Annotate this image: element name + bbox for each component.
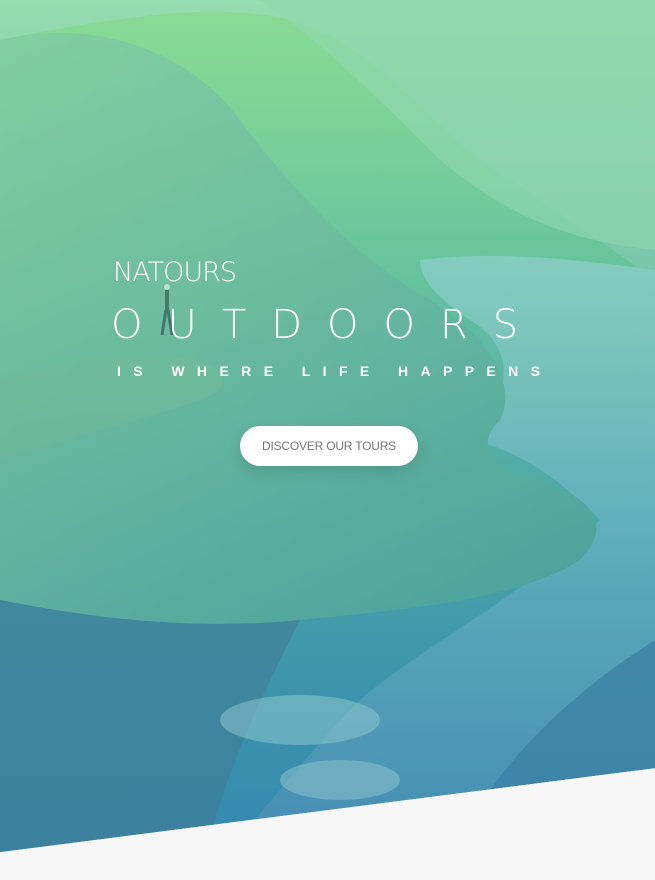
logo-text: NATOURS <box>113 257 237 288</box>
hero-header: NATOURS OUTDOORS IS WHERE LIFE HAPPENS D… <box>0 0 655 852</box>
hero-text-box: NATOURS OUTDOORS IS WHERE LIFE HAPPENS D… <box>0 0 655 852</box>
heading-primary-sub: IS WHERE LIFE HAPPENS <box>117 363 553 379</box>
discover-tours-button[interactable]: DISCOVER OUR TOURS <box>240 426 418 466</box>
heading-primary-main: OUTDOORS <box>111 302 544 348</box>
